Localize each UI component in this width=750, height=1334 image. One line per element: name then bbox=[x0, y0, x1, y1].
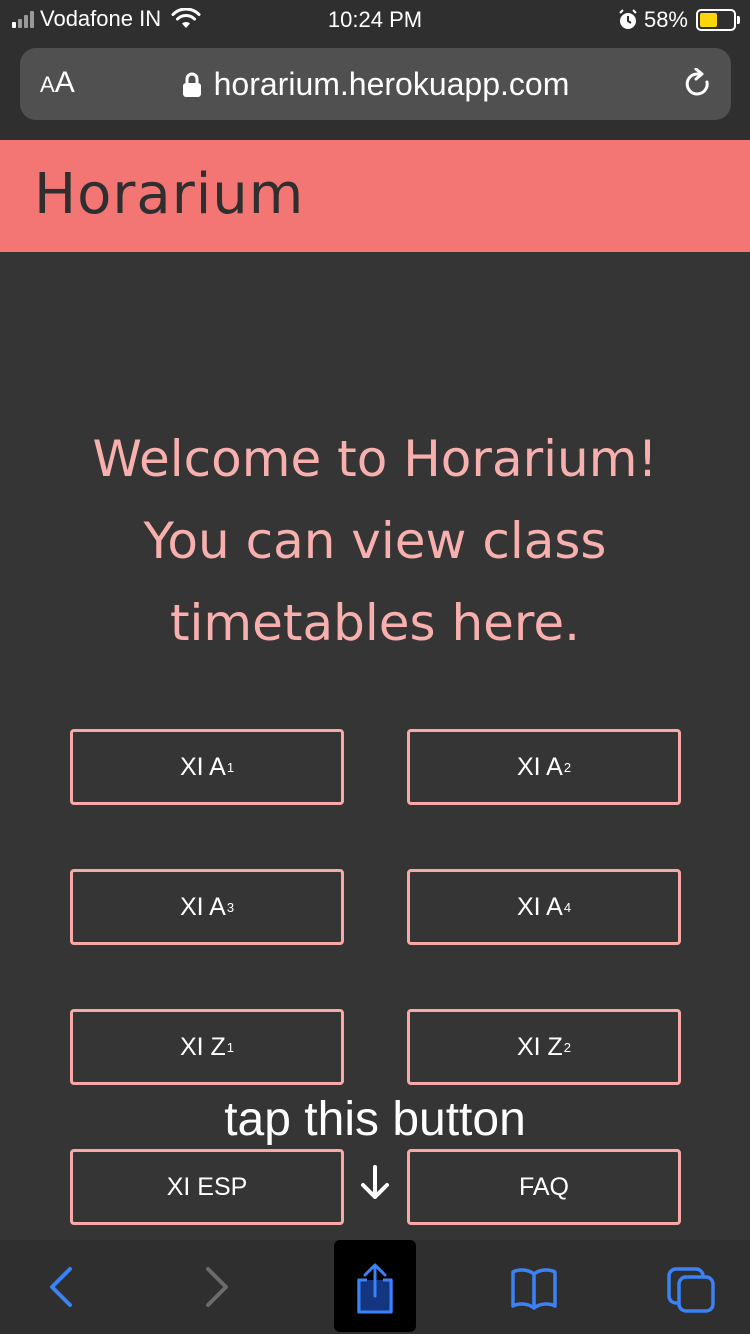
url-text: horarium.herokuapp.com bbox=[213, 66, 570, 102]
reload-icon[interactable] bbox=[683, 68, 713, 100]
down-arrow-icon bbox=[361, 1165, 389, 1199]
battery-fill bbox=[700, 13, 717, 27]
class-label: XI Z bbox=[516, 1032, 563, 1061]
share-icon[interactable] bbox=[352, 1262, 398, 1314]
url-display[interactable]: horarium.herokuapp.com bbox=[20, 66, 731, 103]
esp-label: XI ESP bbox=[166, 1172, 248, 1201]
status-bar: Vodafone IN 10:24 PM 58% bbox=[0, 0, 750, 40]
browser-address-area: AA horarium.herokuapp.com bbox=[0, 40, 750, 140]
class-sub: 2 bbox=[563, 1039, 572, 1055]
app-header: Horarium bbox=[0, 140, 750, 252]
class-sub: 4 bbox=[563, 899, 572, 915]
share-button-highlight[interactable] bbox=[334, 1240, 416, 1332]
welcome-message: Welcome to Horarium! You can view class … bbox=[60, 418, 690, 664]
tabs-icon[interactable] bbox=[666, 1266, 716, 1314]
address-bar[interactable]: AA horarium.herokuapp.com bbox=[20, 48, 731, 120]
class-button-xi-a1[interactable]: XI A1 bbox=[70, 729, 344, 805]
class-sub: 2 bbox=[563, 759, 572, 775]
faq-button[interactable]: FAQ bbox=[407, 1149, 681, 1225]
class-label: XI A bbox=[179, 752, 226, 781]
class-button-xi-a2[interactable]: XI A2 bbox=[407, 729, 681, 805]
class-label: XI Z bbox=[179, 1032, 226, 1061]
welcome-line-1: Welcome to Horarium! bbox=[92, 430, 658, 488]
class-sub: 1 bbox=[226, 1039, 235, 1055]
forward-icon[interactable] bbox=[202, 1266, 232, 1308]
xi-esp-button[interactable]: XI ESP bbox=[70, 1149, 344, 1225]
faq-label: FAQ bbox=[518, 1172, 569, 1201]
class-label: XI A bbox=[179, 892, 226, 921]
bookmarks-icon[interactable] bbox=[510, 1266, 558, 1310]
class-sub: 3 bbox=[226, 899, 235, 915]
class-label: XI A bbox=[516, 752, 563, 781]
class-button-xi-z2[interactable]: XI Z2 bbox=[407, 1009, 681, 1085]
status-right: 58% bbox=[618, 7, 740, 33]
class-button-xi-z1[interactable]: XI Z1 bbox=[70, 1009, 344, 1085]
tap-instruction: tap this button bbox=[224, 1093, 526, 1146]
app-title[interactable]: Horarium bbox=[34, 162, 304, 227]
class-sub: 1 bbox=[226, 759, 235, 775]
welcome-line-3: timetables here. bbox=[169, 594, 581, 652]
alarm-icon bbox=[619, 9, 637, 29]
battery-icon bbox=[696, 9, 740, 31]
lock-icon bbox=[182, 72, 201, 97]
class-label: XI A bbox=[516, 892, 563, 921]
class-button-xi-a3[interactable]: XI A3 bbox=[70, 869, 344, 945]
battery-percent: 58% bbox=[643, 7, 688, 32]
class-button-xi-a4[interactable]: XI A4 bbox=[407, 869, 681, 945]
browser-toolbar bbox=[0, 1240, 750, 1334]
welcome-line-2: You can view class bbox=[143, 512, 607, 570]
back-icon[interactable] bbox=[46, 1266, 76, 1308]
